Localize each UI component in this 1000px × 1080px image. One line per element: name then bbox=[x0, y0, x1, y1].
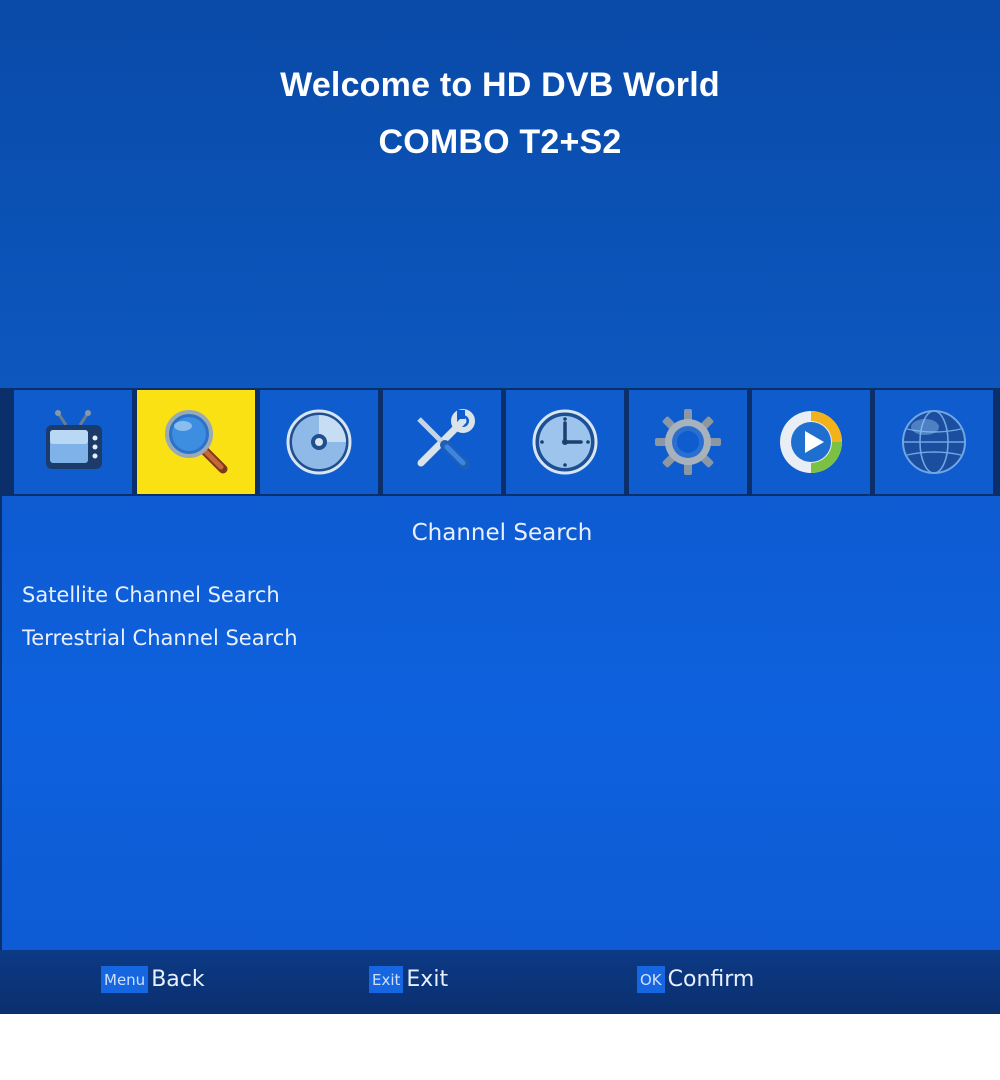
hint-back[interactable]: Menu Back bbox=[101, 966, 205, 993]
tools-icon bbox=[417, 409, 475, 470]
hint-confirm[interactable]: OK Confirm bbox=[637, 966, 754, 993]
hint-confirm-label: Confirm bbox=[667, 967, 755, 992]
tab-media-player[interactable] bbox=[752, 390, 870, 494]
clock-icon bbox=[532, 409, 598, 475]
exit-key-badge: Exit bbox=[369, 966, 404, 993]
welcome-banner: Welcome to HD DVB World COMBO T2+S2 bbox=[0, 0, 1000, 388]
menu-item-terrestrial-channel-search[interactable]: Terrestrial Channel Search bbox=[22, 626, 298, 650]
key-hint-bar: Menu Back Exit Exit OK Confirm bbox=[0, 950, 1000, 1014]
search-magnifier-icon bbox=[165, 410, 228, 474]
tab-network[interactable] bbox=[875, 390, 993, 494]
globe-icon bbox=[902, 410, 966, 474]
ok-key-badge: OK bbox=[637, 966, 665, 993]
tab-media-disc[interactable] bbox=[260, 390, 378, 494]
dvb-menu-screen: Welcome to HD DVB World COMBO T2+S2 Chan… bbox=[0, 0, 1000, 1014]
main-menu-icon-bar bbox=[0, 388, 1000, 496]
menu-key-badge: Menu bbox=[101, 966, 149, 993]
banner-subtitle: COMBO T2+S2 bbox=[378, 123, 622, 161]
banner-title: Welcome to HD DVB World bbox=[280, 66, 720, 104]
disc-icon bbox=[286, 409, 352, 475]
panel-title: Channel Search bbox=[411, 520, 593, 546]
tab-tools[interactable] bbox=[383, 390, 501, 494]
tab-time[interactable] bbox=[506, 390, 624, 494]
tv-icon bbox=[46, 410, 102, 469]
media-play-icon bbox=[780, 411, 842, 473]
tab-tv[interactable] bbox=[14, 390, 132, 494]
gear-icon bbox=[655, 409, 721, 475]
hint-exit-label: Exit bbox=[406, 967, 449, 992]
tab-settings[interactable] bbox=[629, 390, 747, 494]
channel-search-panel: Channel Search Satellite Channel Search … bbox=[0, 496, 1000, 950]
tab-channel-search[interactable] bbox=[137, 390, 255, 494]
hint-back-label: Back bbox=[151, 967, 205, 992]
hint-exit[interactable]: Exit Exit bbox=[369, 966, 448, 993]
menu-item-satellite-channel-search[interactable]: Satellite Channel Search bbox=[22, 583, 280, 607]
